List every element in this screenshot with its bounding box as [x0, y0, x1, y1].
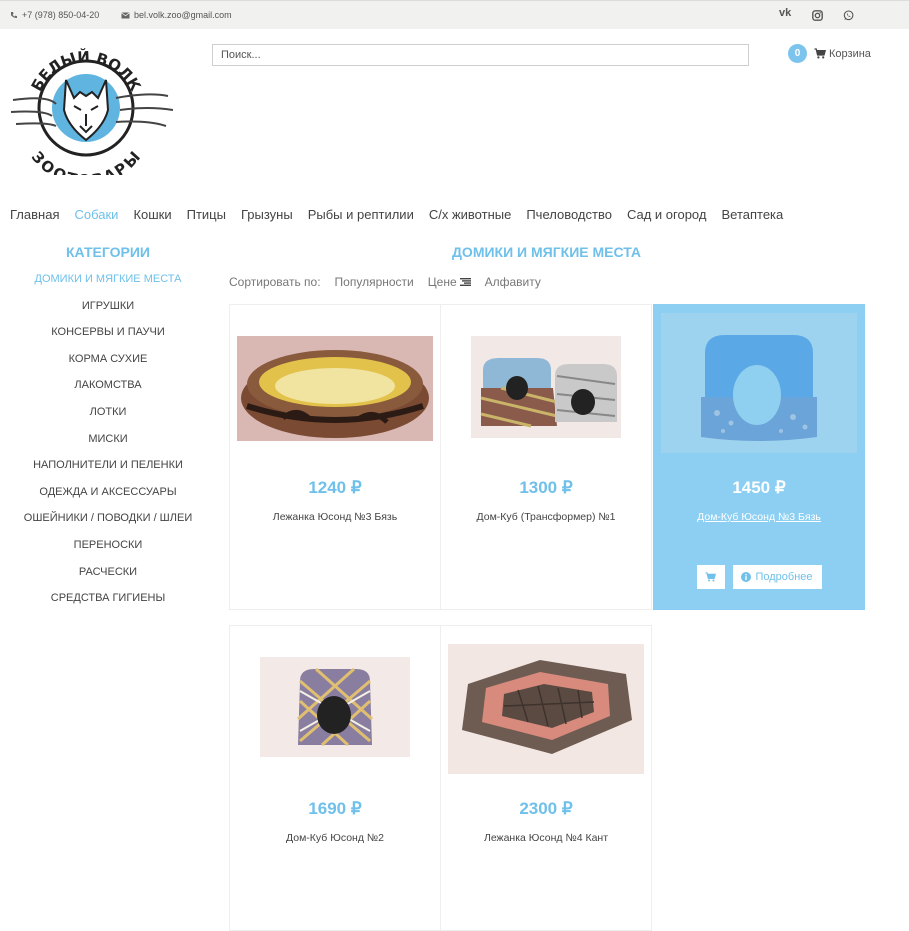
sort-popularity[interactable]: Популярности	[335, 275, 414, 289]
details-label: Подробнее	[755, 571, 813, 583]
sort-price[interactable]: Цене	[428, 275, 471, 289]
info-icon	[741, 572, 752, 582]
product-price: 1690 ₽	[308, 799, 362, 818]
cart-label: Корзина	[829, 47, 871, 60]
email-text: bel.volk.zoo@gmail.com	[134, 10, 232, 20]
sort-alphabet[interactable]: Алфавиту	[485, 275, 541, 289]
envelope-icon	[121, 11, 130, 18]
instagram-icon[interactable]	[812, 8, 823, 26]
whatsapp-icon[interactable]	[843, 8, 854, 26]
product-price: 2300 ₽	[519, 799, 573, 818]
round-pet-bed-image	[237, 336, 433, 441]
product-name[interactable]: Лежанка Юсонд №3 Бязь	[230, 511, 440, 523]
nav-item[interactable]: Ветаптека	[721, 207, 783, 222]
category-item[interactable]: КОНСЕРВЫ И ПАУЧИ	[10, 325, 206, 352]
product-name[interactable]: Дом-Куб Юсонд №2	[230, 832, 440, 844]
product-price: 1300 ₽	[519, 478, 573, 497]
product-name[interactable]: Дом-Куб (Трансформер) №1	[441, 511, 651, 523]
top-bar: +7 (978) 850-04-20 bel.volk.zoo@gmail.co…	[0, 0, 909, 29]
phone-icon	[11, 12, 17, 18]
nav-item[interactable]: Сад и огород	[627, 207, 707, 222]
cart-count-badge: 0	[788, 44, 807, 63]
cart-icon	[814, 48, 826, 59]
main-nav: Главная Собаки Кошки Птицы Грызуны Рыбы и реп…	[10, 207, 798, 222]
details-button[interactable]: Подробнее	[732, 565, 822, 589]
category-item[interactable]: ДОМИКИ И МЯГКИЕ МЕСТА	[10, 272, 206, 299]
search-input[interactable]	[212, 44, 749, 66]
categories-title: КАТЕГОРИИ	[66, 244, 150, 260]
nav-item[interactable]: Пчеловодство	[526, 207, 612, 222]
blue-pet-house-image	[661, 313, 857, 453]
category-item[interactable]: ОДЕЖДА И АКСЕССУАРЫ	[10, 485, 206, 512]
category-item[interactable]: ПЕРЕНОСКИ	[10, 538, 206, 565]
category-item[interactable]: ЛОТКИ	[10, 405, 206, 432]
nav-item[interactable]: Грызуны	[241, 207, 293, 222]
product-actions: Подробнее	[654, 565, 864, 589]
sort-desc-icon	[459, 278, 471, 286]
product-name[interactable]: Лежанка Юсонд №4 Кант	[441, 832, 651, 844]
section-title: ДОМИКИ И МЯГКИЕ МЕСТА	[451, 244, 642, 260]
sort-price-label: Цене	[427, 275, 457, 289]
site-logo[interactable]: БЕЛЫЙ ВОЛК ЗООТОВАРЫ	[8, 40, 174, 189]
cart-link[interactable]: 0 Корзина	[788, 44, 871, 63]
product-card[interactable]: 1300 ₽ Дом-Куб (Трансформер) №1	[440, 304, 652, 610]
phone-contact[interactable]: +7 (978) 850-04-20	[10, 10, 99, 20]
email-contact[interactable]: bel.volk.zoo@gmail.com	[121, 10, 232, 20]
product-card[interactable]: 1690 ₽ Дом-Куб Юсонд №2	[229, 625, 441, 931]
product-image	[441, 644, 651, 774]
product-price: 1450 ₽	[732, 478, 786, 497]
pet-house-pair-image	[471, 336, 621, 438]
product-card[interactable]: 1240 ₽ Лежанка Юсонд №3 Бязь	[229, 304, 441, 610]
product-name[interactable]: Дом-Куб Юсонд №3 Бязь	[654, 511, 864, 523]
cart-icon	[705, 572, 716, 582]
category-item[interactable]: ИГРУШКИ	[10, 299, 206, 326]
sort-label: Сортировать по:	[229, 275, 321, 289]
product-image	[441, 336, 651, 438]
product-card[interactable]: 1450 ₽ Дом-Куб Юсонд №3 Бязь Подробнее	[653, 304, 865, 610]
product-image	[230, 657, 440, 757]
add-to-cart-button[interactable]	[696, 565, 725, 589]
categories-list: ДОМИКИ И МЯГКИЕ МЕСТА ИГРУШКИ КОНСЕРВЫ И П…	[10, 272, 206, 618]
category-item[interactable]: МИСКИ	[10, 432, 206, 459]
square-pet-bed-image	[448, 644, 644, 774]
category-item[interactable]: СРЕДСТВА ГИГИЕНЫ	[10, 591, 206, 618]
nav-item[interactable]: Главная	[10, 207, 59, 222]
category-item[interactable]: РАСЧЕСКИ	[10, 565, 206, 592]
category-item[interactable]: ЛАКОМСТВА	[10, 378, 206, 405]
category-item[interactable]: НАПОЛНИТЕЛИ И ПЕЛЕНКИ	[10, 458, 206, 485]
product-price: 1240 ₽	[308, 478, 362, 497]
nav-item[interactable]: Птицы	[187, 207, 226, 222]
sort-bar: Сортировать по: Популярности Цене Алфави…	[229, 275, 541, 289]
nav-item[interactable]: Собаки	[74, 207, 118, 222]
phone-text: +7 (978) 850-04-20	[22, 10, 100, 20]
nav-item[interactable]: Кошки	[133, 207, 171, 222]
category-item[interactable]: ОШЕЙНИКИ / ПОВОДКИ / ШЛЕИ	[10, 511, 206, 538]
vk-icon[interactable]: vk	[779, 7, 791, 19]
product-card[interactable]: 2300 ₽ Лежанка Юсонд №4 Кант	[440, 625, 652, 931]
plaid-cube-house-image	[260, 657, 410, 757]
category-item[interactable]: КОРМА СУХИЕ	[10, 352, 206, 379]
nav-item[interactable]: С/х животные	[429, 207, 511, 222]
product-image	[654, 313, 864, 453]
nav-item[interactable]: Рыбы и рептилии	[308, 207, 414, 222]
product-image	[230, 336, 440, 441]
